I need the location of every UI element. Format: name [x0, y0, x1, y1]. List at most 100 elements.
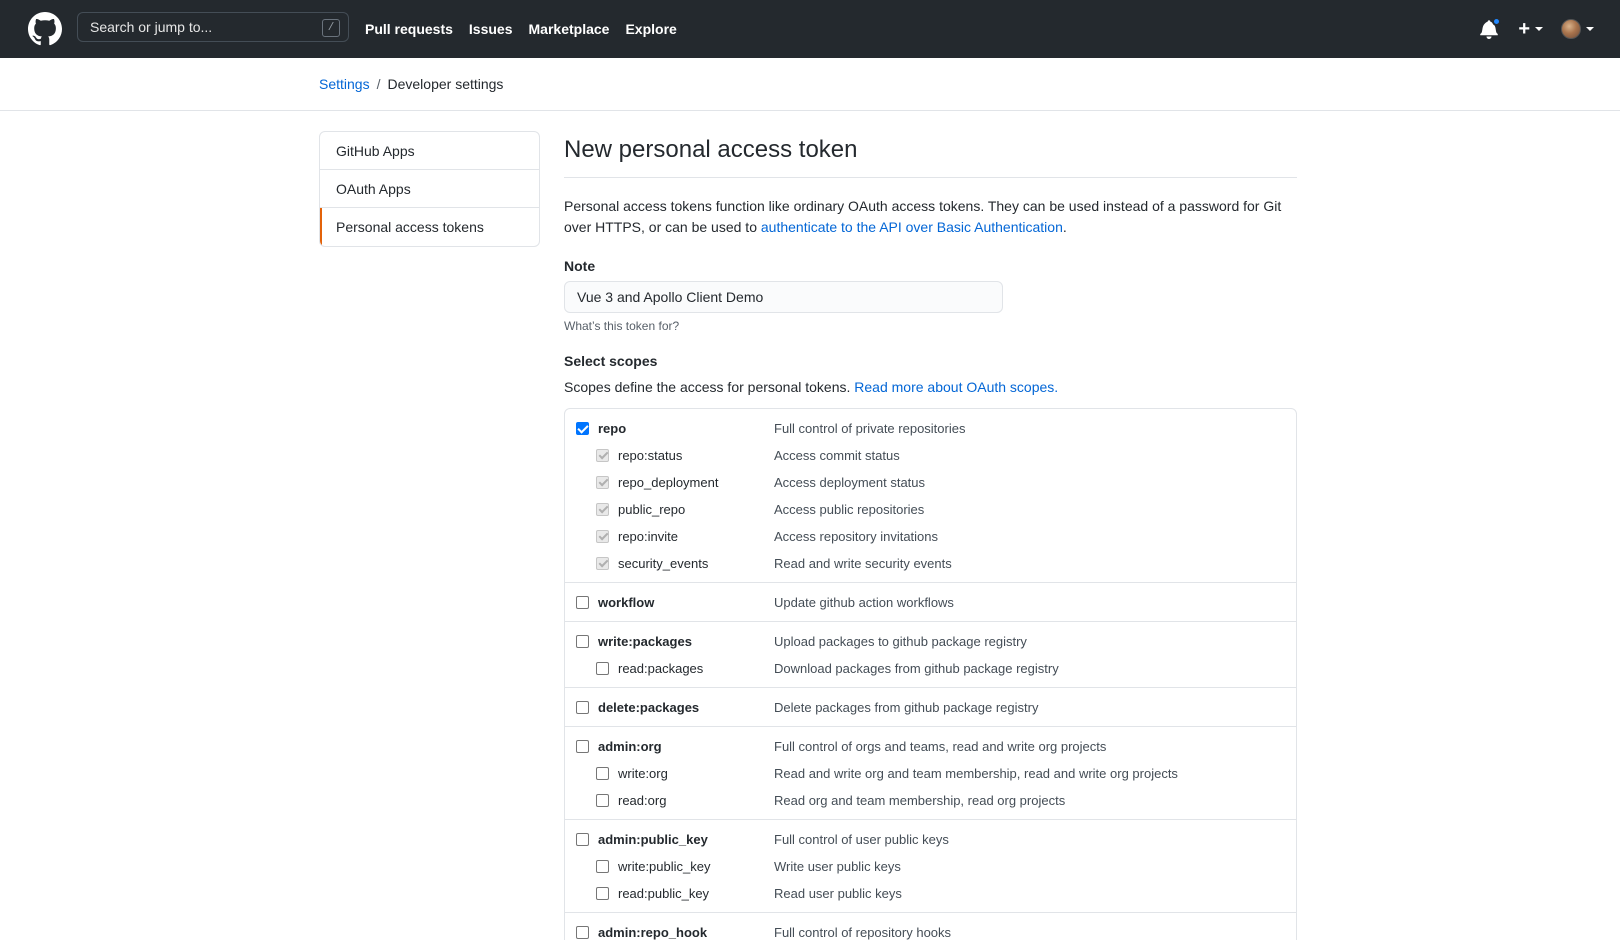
- scope-child-row[interactable]: write:org Read and write org and team mem…: [565, 760, 1296, 787]
- scope-checkbox: [596, 557, 609, 570]
- scope-description: Access repository invitations: [774, 529, 939, 544]
- search-shortcut-key: /: [322, 19, 340, 37]
- scope-name: repo:invite: [618, 529, 678, 544]
- sidebar-item-github-apps[interactable]: GitHub Apps: [320, 132, 539, 170]
- select-scopes-label: Select scopes: [564, 353, 658, 369]
- breadcrumb-settings-link[interactable]: Settings: [319, 76, 370, 92]
- scope-checkbox: [596, 449, 609, 462]
- scope-child-row[interactable]: repo:invite Access repository invitations: [565, 523, 1296, 550]
- scope-row[interactable]: admin:public_key Full control of user pub…: [565, 826, 1296, 853]
- scope-row[interactable]: admin:org Full control of orgs and teams,…: [565, 733, 1296, 760]
- nav-marketplace[interactable]: Marketplace: [529, 21, 610, 37]
- scope-checkbox: [596, 476, 609, 489]
- plus-icon: +: [1518, 18, 1530, 40]
- scope-checkbox[interactable]: [576, 833, 589, 846]
- scope-checkbox[interactable]: [596, 860, 609, 873]
- scope-name: repo:status: [618, 448, 683, 463]
- scope-group: admin:org Full control of orgs and teams,…: [565, 727, 1296, 820]
- scope-name: workflow: [598, 595, 655, 610]
- header-nav: Pull requests Issues Marketplace Explore: [365, 0, 677, 58]
- main-content: New personal access token Personal acces…: [564, 131, 1297, 940]
- scope-row[interactable]: repo Full control of private repositories: [565, 415, 1296, 442]
- scope-name: read:packages: [618, 661, 704, 676]
- sidebar-item-personal-access-tokens[interactable]: Personal access tokens: [320, 208, 539, 246]
- scope-group: delete:packages Delete packages from gith…: [565, 688, 1296, 727]
- scope-table: repo Full control of private repositories…: [564, 408, 1297, 940]
- search-box[interactable]: /: [77, 12, 349, 42]
- scope-child-row[interactable]: repo:status Access commit status: [565, 442, 1296, 469]
- scope-description: Write user public keys: [774, 859, 901, 874]
- scope-name: admin:org: [598, 739, 662, 754]
- scope-checkbox[interactable]: [596, 767, 609, 780]
- nav-pull-requests[interactable]: Pull requests: [365, 21, 453, 37]
- scope-name: repo: [598, 421, 627, 436]
- scope-group: admin:public_key Full control of user pub…: [565, 820, 1296, 913]
- scope-checkbox[interactable]: [576, 926, 589, 939]
- page-title: New personal access token: [564, 135, 1297, 178]
- sidebar-item-oauth-apps[interactable]: OAuth Apps: [320, 170, 539, 208]
- scope-child-row[interactable]: read:org Read org and team membership, re…: [565, 787, 1296, 814]
- scope-child-row[interactable]: write:public_key Write user public keys: [565, 853, 1296, 880]
- scope-group: workflow Update github action workflows: [565, 583, 1296, 622]
- scope-checkbox: [596, 503, 609, 516]
- scope-name: admin:public_key: [598, 832, 708, 847]
- top-header: / Pull requests Issues Marketplace Explo…: [0, 0, 1620, 58]
- intro-end: .: [1062, 219, 1067, 235]
- scope-name: repo_deployment: [618, 475, 719, 490]
- scope-description: Full control of orgs and teams, read and…: [774, 739, 1107, 754]
- scope-description: Delete packages from github package regi…: [774, 700, 1039, 715]
- scope-child-row[interactable]: repo_deployment Access deployment status: [565, 469, 1296, 496]
- note-input[interactable]: [564, 281, 1003, 313]
- scope-checkbox[interactable]: [576, 701, 589, 714]
- scope-checkbox[interactable]: [576, 635, 589, 648]
- scope-checkbox[interactable]: [596, 794, 609, 807]
- scope-name: read:public_key: [618, 886, 710, 901]
- scope-description: Access deployment status: [774, 475, 926, 490]
- scope-group: repo Full control of private repositories…: [565, 409, 1296, 583]
- scope-name: read:org: [618, 793, 667, 808]
- user-menu-dropdown[interactable]: [1561, 19, 1594, 39]
- scope-group: admin:repo_hook Full control of repositor…: [565, 913, 1296, 940]
- scope-name: write:packages: [598, 634, 692, 649]
- oauth-scopes-link[interactable]: Read more about OAuth scopes.: [854, 379, 1058, 395]
- nav-explore[interactable]: Explore: [625, 21, 676, 37]
- scope-child-row[interactable]: public_repo Access public repositories: [565, 496, 1296, 523]
- scope-row[interactable]: write:packages Upload packages to github …: [565, 628, 1296, 655]
- create-new-dropdown[interactable]: +: [1518, 19, 1543, 39]
- scope-checkbox[interactable]: [596, 662, 609, 675]
- scope-checkbox: [596, 530, 609, 543]
- scope-name: write:org: [618, 766, 668, 781]
- scopes-desc-text: Scopes define the access for personal to…: [564, 379, 855, 395]
- scope-child-row[interactable]: read:public_key Read user public keys: [565, 880, 1296, 907]
- scope-child-row[interactable]: security_events Read and write security e…: [565, 550, 1296, 577]
- scope-name: write:public_key: [618, 859, 711, 874]
- notifications-bell-icon[interactable]: [1480, 17, 1502, 39]
- avatar: [1561, 19, 1581, 39]
- scope-description: Full control of private repositories: [774, 421, 966, 436]
- basic-auth-link[interactable]: authenticate to the API over Basic Authe…: [761, 219, 1063, 235]
- subhead: Settings / Developer settings: [0, 58, 1620, 111]
- scope-checkbox[interactable]: [576, 422, 589, 435]
- breadcrumb-current: Developer settings: [387, 76, 504, 92]
- scopes-description: Scopes define the access for personal to…: [564, 379, 1297, 395]
- search-input[interactable]: [90, 19, 310, 35]
- scope-row[interactable]: delete:packages Delete packages from gith…: [565, 694, 1296, 721]
- github-logo-icon[interactable]: [28, 12, 62, 46]
- scope-row[interactable]: workflow Update github action workflows: [565, 589, 1296, 616]
- scope-checkbox[interactable]: [576, 596, 589, 609]
- scope-description: Download packages from github package re…: [774, 661, 1059, 676]
- scope-checkbox[interactable]: [576, 740, 589, 753]
- nav-issues[interactable]: Issues: [469, 21, 513, 37]
- chevron-down-icon: [1535, 27, 1543, 31]
- scope-description: Update github action workflows: [774, 595, 954, 610]
- scope-row[interactable]: admin:repo_hook Full control of repositor…: [565, 919, 1296, 940]
- breadcrumb: Settings / Developer settings: [319, 76, 503, 92]
- breadcrumb-separator: /: [376, 76, 381, 92]
- header-actions: +: [1480, 0, 1594, 58]
- chevron-down-icon: [1586, 27, 1594, 31]
- scope-description: Upload packages to github package regist…: [774, 634, 1027, 649]
- scope-child-row[interactable]: read:packages Download packages from gith…: [565, 655, 1296, 682]
- scope-description: Read org and team membership, read org p…: [774, 793, 1066, 808]
- scope-checkbox[interactable]: [596, 887, 609, 900]
- scope-name: public_repo: [618, 502, 686, 517]
